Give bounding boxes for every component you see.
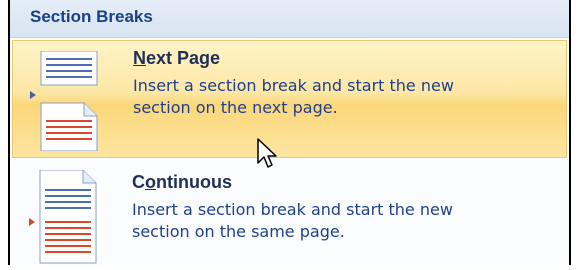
next-page-break-icon: [30, 51, 98, 151]
mouse-cursor-icon: [257, 138, 277, 168]
continuous-menu-item[interactable]: Continuous Insert a section break and st…: [10, 160, 569, 264]
next-page-menu-item[interactable]: Next Page Insert a section break and sta…: [12, 40, 567, 158]
next-page-description-line1: Insert a section break and start the new: [133, 76, 454, 95]
next-page-description-line2: section on the next page.: [133, 98, 338, 117]
continuous-description-line1: Insert a section break and start the new: [132, 200, 453, 219]
continuous-description: Insert a section break and start the new…: [132, 199, 552, 243]
continuous-description-line2: section on the same page.: [132, 222, 345, 241]
section-breaks-menu: Section Breaks Next Page Insert a sectio…: [10, 0, 569, 265]
continuous-title-first: C: [132, 172, 145, 192]
next-page-description: Insert a section break and start the new…: [133, 75, 553, 119]
section-header-label: Section Breaks: [30, 7, 153, 26]
continuous-break-icon: [29, 170, 97, 264]
continuous-accelerator: o: [145, 172, 156, 192]
next-page-accelerator: N: [133, 48, 146, 68]
frame-border-right: [569, 0, 571, 265]
menu-section-header: Section Breaks: [10, 0, 569, 38]
next-page-title-rest: ext Page: [146, 48, 221, 68]
continuous-title-rest: ntinuous: [156, 172, 232, 192]
continuous-title: Continuous: [132, 172, 232, 193]
section-breaks-screenshot: Section Breaks Next Page Insert a sectio…: [0, 0, 578, 265]
next-page-title: Next Page: [133, 48, 220, 69]
